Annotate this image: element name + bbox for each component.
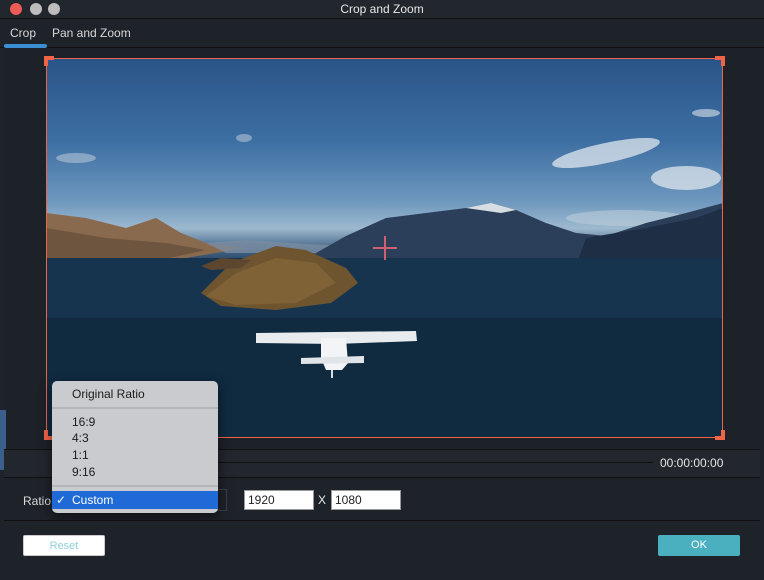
menu-separator xyxy=(52,485,218,487)
timecode: 00:00:00:00 xyxy=(660,456,724,470)
window-title: Crop and Zoom xyxy=(340,2,424,16)
ratio-label: Ratio xyxy=(23,494,52,508)
ok-button[interactable]: OK xyxy=(658,535,740,556)
crop-and-zoom-window: Crop and Zoom Crop Pan and Zoom 00:00:00… xyxy=(0,0,764,580)
width-input[interactable] xyxy=(244,490,314,510)
crosshair-icon-vertical xyxy=(384,236,386,260)
active-tab-indicator xyxy=(4,44,47,48)
menu-item-original-ratio[interactable]: Original Ratio xyxy=(72,387,145,401)
tab-crop[interactable]: Crop xyxy=(10,26,36,40)
menu-item-16-9[interactable]: 16:9 xyxy=(72,415,95,429)
menu-item-9-16[interactable]: 9:16 xyxy=(72,465,95,479)
menu-item-custom[interactable]: ✓ Custom xyxy=(52,491,218,509)
menu-separator xyxy=(52,407,218,409)
checkmark-icon: ✓ xyxy=(56,493,67,507)
dimension-separator: X xyxy=(318,493,327,507)
tab-pan-and-zoom[interactable]: Pan and Zoom xyxy=(52,26,131,40)
timeline-scrubber[interactable] xyxy=(200,462,653,463)
menu-item-custom-label: Custom xyxy=(72,493,114,507)
height-input[interactable] xyxy=(331,490,401,510)
tab-bar: Crop Pan and Zoom xyxy=(0,19,764,48)
reset-button[interactable]: Reset xyxy=(23,535,105,556)
ratio-dropdown-menu: Original Ratio 16:9 4:3 1:1 9:16 ✓ Custo… xyxy=(52,381,218,513)
menu-item-1-1[interactable]: 1:1 xyxy=(72,448,89,462)
menu-item-4-3[interactable]: 4:3 xyxy=(72,431,89,445)
title-bar: Crop and Zoom xyxy=(0,0,764,19)
dialog-footer xyxy=(4,520,760,577)
